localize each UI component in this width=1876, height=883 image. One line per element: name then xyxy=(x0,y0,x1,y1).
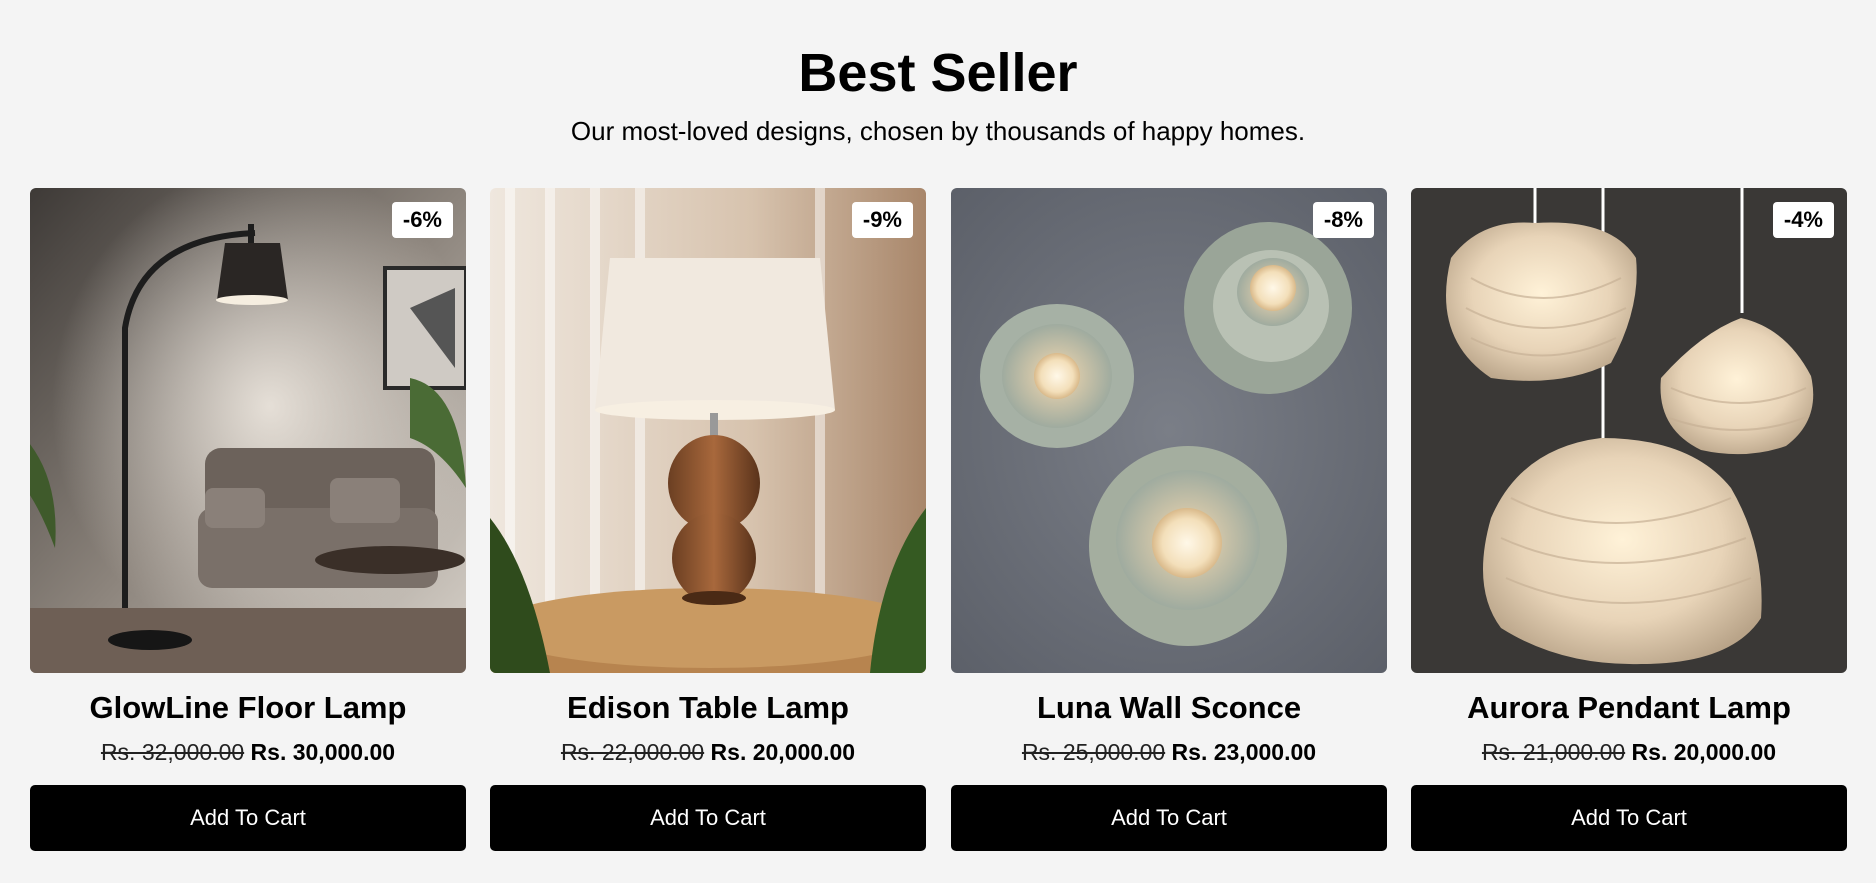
sale-price: Rs. 20,000.00 xyxy=(1631,739,1777,765)
section-subtitle: Our most-loved designs, chosen by thousa… xyxy=(570,116,1306,146)
product-price: Rs. 25,000.00 Rs. 23,000.00 xyxy=(951,737,1387,767)
product-image[interactable]: -4% xyxy=(1411,188,1847,673)
add-to-cart-button[interactable]: Add To Cart xyxy=(30,785,466,851)
product-price: Rs. 21,000.00 Rs. 20,000.00 xyxy=(1411,737,1847,767)
product-name[interactable]: Edison Table Lamp xyxy=(490,688,926,728)
product-image[interactable]: -6% xyxy=(30,188,466,673)
pendant-lamp-photo xyxy=(1411,188,1847,673)
original-price: Rs. 22,000.00 xyxy=(560,739,705,765)
discount-badge: -9% xyxy=(851,202,913,238)
add-to-cart-button[interactable]: Add To Cart xyxy=(1411,785,1847,851)
add-to-cart-button[interactable]: Add To Cart xyxy=(490,785,926,851)
wall-sconce-photo xyxy=(951,188,1387,673)
sale-price: Rs. 23,000.00 xyxy=(1171,739,1317,765)
product-image[interactable]: -8% xyxy=(951,188,1387,673)
product-price: Rs. 32,000.00 Rs. 30,000.00 xyxy=(30,737,466,767)
product-card: -6% GlowLine Floor Lamp Rs. 32,000.00 Rs… xyxy=(30,188,466,852)
product-card: -9% Edison Table Lamp Rs. 22,000.00 Rs. … xyxy=(490,188,926,852)
sale-price: Rs. 20,000.00 xyxy=(710,739,856,765)
product-card: -8% Luna Wall Sconce Rs. 25,000.00 Rs. 2… xyxy=(951,188,1387,852)
floor-lamp-photo xyxy=(30,188,466,673)
product-image[interactable]: -9% xyxy=(490,188,926,673)
table-lamp-photo xyxy=(490,188,926,673)
original-price: Rs. 32,000.00 xyxy=(100,739,245,765)
add-to-cart-button[interactable]: Add To Cart xyxy=(951,785,1387,851)
product-name[interactable]: Luna Wall Sconce xyxy=(951,688,1387,728)
sale-price: Rs. 30,000.00 xyxy=(250,739,396,765)
product-name[interactable]: Aurora Pendant Lamp xyxy=(1411,688,1847,728)
discount-badge: -4% xyxy=(1772,202,1834,238)
product-price: Rs. 22,000.00 Rs. 20,000.00 xyxy=(490,737,926,767)
original-price: Rs. 21,000.00 xyxy=(1481,739,1626,765)
discount-badge: -6% xyxy=(391,202,453,238)
original-price: Rs. 25,000.00 xyxy=(1021,739,1166,765)
discount-badge: -8% xyxy=(1312,202,1374,238)
product-card: -4% Aurora Pendant Lamp Rs. 21,000.00 Rs… xyxy=(1411,188,1847,852)
product-name[interactable]: GlowLine Floor Lamp xyxy=(30,688,466,728)
section-title: Best Seller xyxy=(798,43,1078,103)
